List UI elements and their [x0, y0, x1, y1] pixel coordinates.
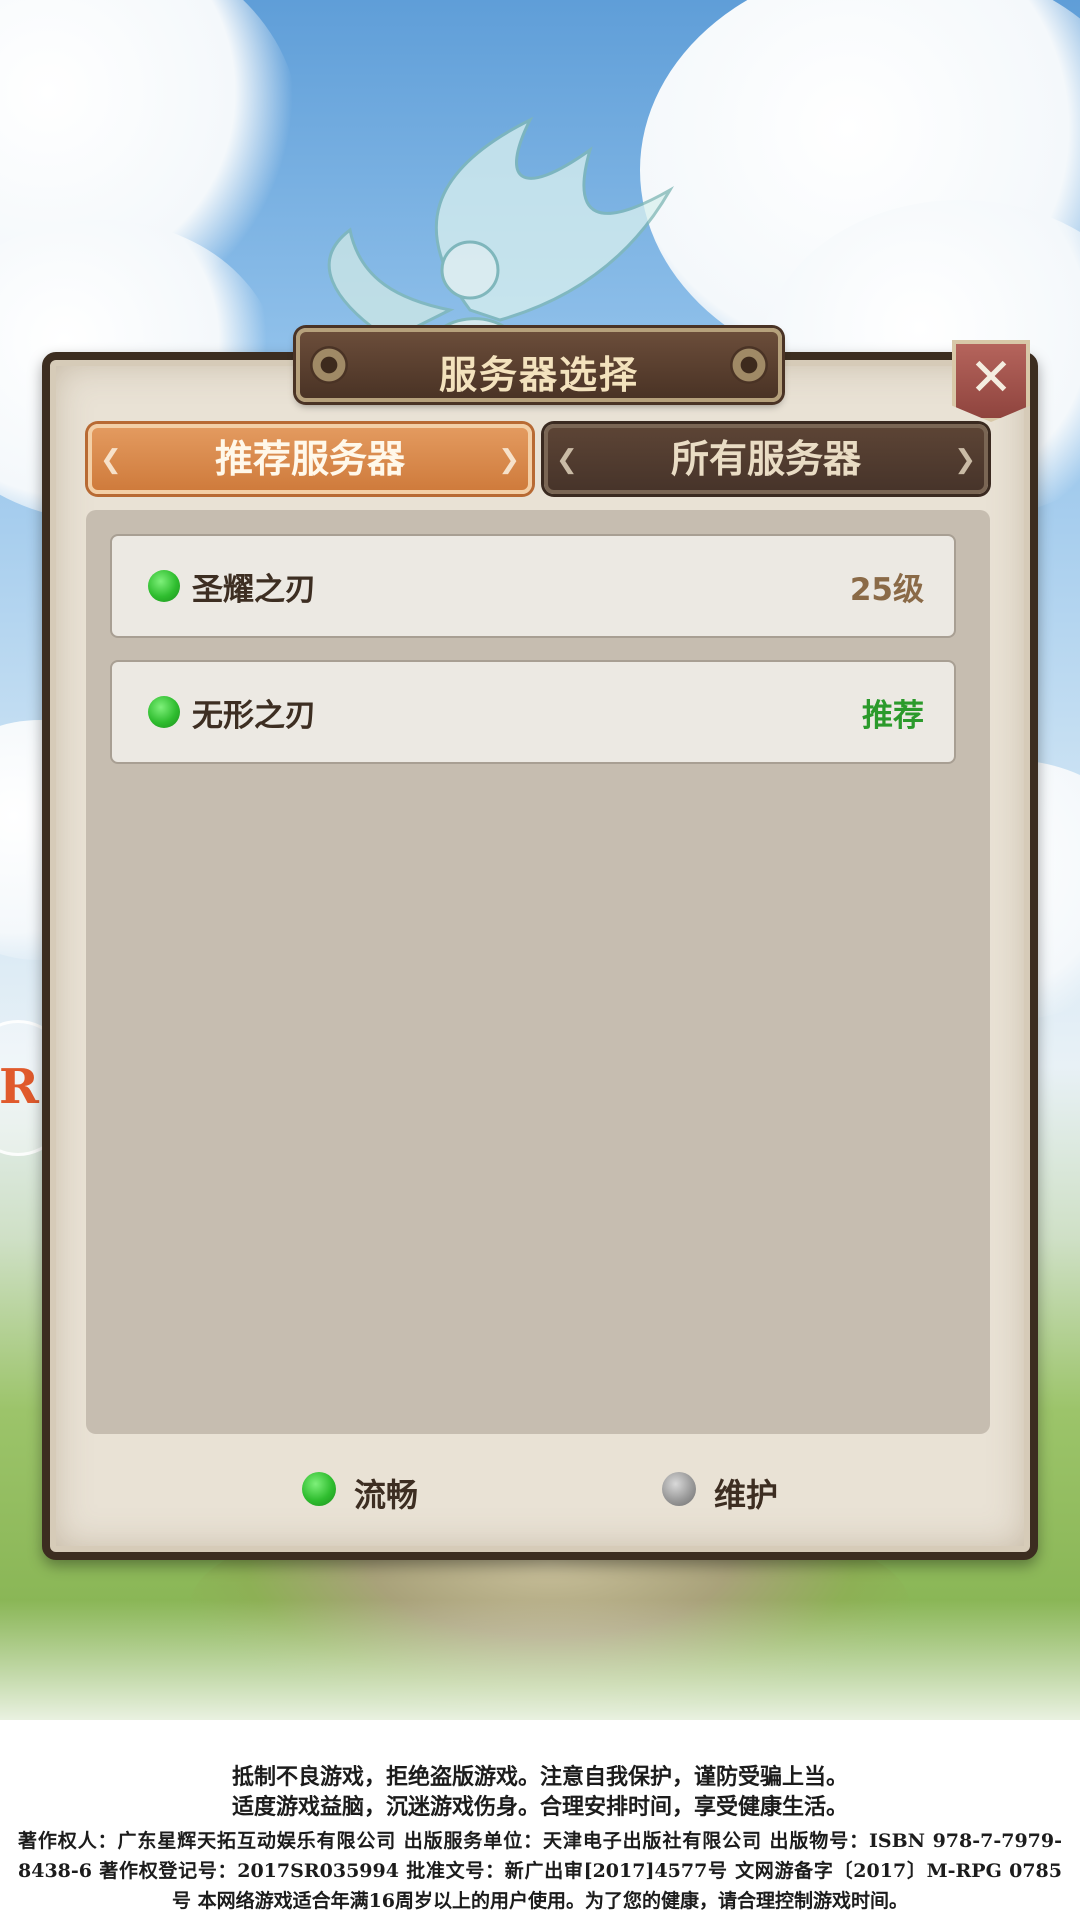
- footer-line-2: 适度游戏益脑，沉迷游戏伤身。合理安排时间，享受健康生活。: [231, 1794, 848, 1820]
- server-row[interactable]: 圣耀之刃 25级: [110, 534, 956, 638]
- legal-footer: 抵制不良游戏，拒绝盗版游戏。注意自我保护，谨防受骗上当。 适度游戏益脑，沉迷游戏…: [0, 1762, 1080, 1916]
- server-row[interactable]: 无形之刃 推荐: [110, 660, 956, 764]
- close-button[interactable]: ✕: [952, 340, 1030, 422]
- tab-label: 推荐服务器: [214, 437, 405, 481]
- status-smooth-icon: [148, 696, 180, 728]
- tab-recommended-servers[interactable]: ❮ 推荐服务器 ❯: [88, 424, 532, 494]
- footer-line-1: 抵制不良游戏，拒绝盗版游戏。注意自我保护，谨防受骗上当。: [231, 1764, 848, 1790]
- footer-line-3: 著作权人：广东星辉天拓互动娱乐有限公司 出版服务单位：天津电子出版社有限公司 出…: [18, 1830, 1062, 1912]
- chevron-right-icon: ❯: [954, 445, 976, 475]
- server-name: 圣耀之刃: [192, 572, 316, 608]
- legend-maintenance-label: 维护: [714, 1476, 779, 1514]
- chevron-left-icon: ❮: [556, 445, 578, 475]
- tab-all-servers[interactable]: ❮ 所有服务器 ❯: [544, 424, 988, 494]
- dialog-title-plate: 服务器选择: [296, 328, 782, 402]
- server-recommend-badge: 推荐: [862, 698, 924, 734]
- legend-smooth-label: 流畅: [354, 1476, 419, 1514]
- chevron-left-icon: ❮: [100, 445, 122, 475]
- server-name: 无形之刃: [192, 698, 316, 734]
- close-icon: ✕: [969, 348, 1013, 408]
- status-maintenance-icon: [662, 1472, 696, 1506]
- status-smooth-icon: [302, 1472, 336, 1506]
- tab-label: 所有服务器: [670, 437, 861, 481]
- chevron-right-icon: ❯: [498, 445, 520, 475]
- bolt-icon: [730, 346, 768, 384]
- server-level-badge: 25级: [849, 572, 924, 608]
- status-smooth-icon: [148, 570, 180, 602]
- server-list: 圣耀之刃 25级 无形之刃 推荐: [86, 510, 990, 1434]
- dialog-title: 服务器选择: [438, 353, 639, 397]
